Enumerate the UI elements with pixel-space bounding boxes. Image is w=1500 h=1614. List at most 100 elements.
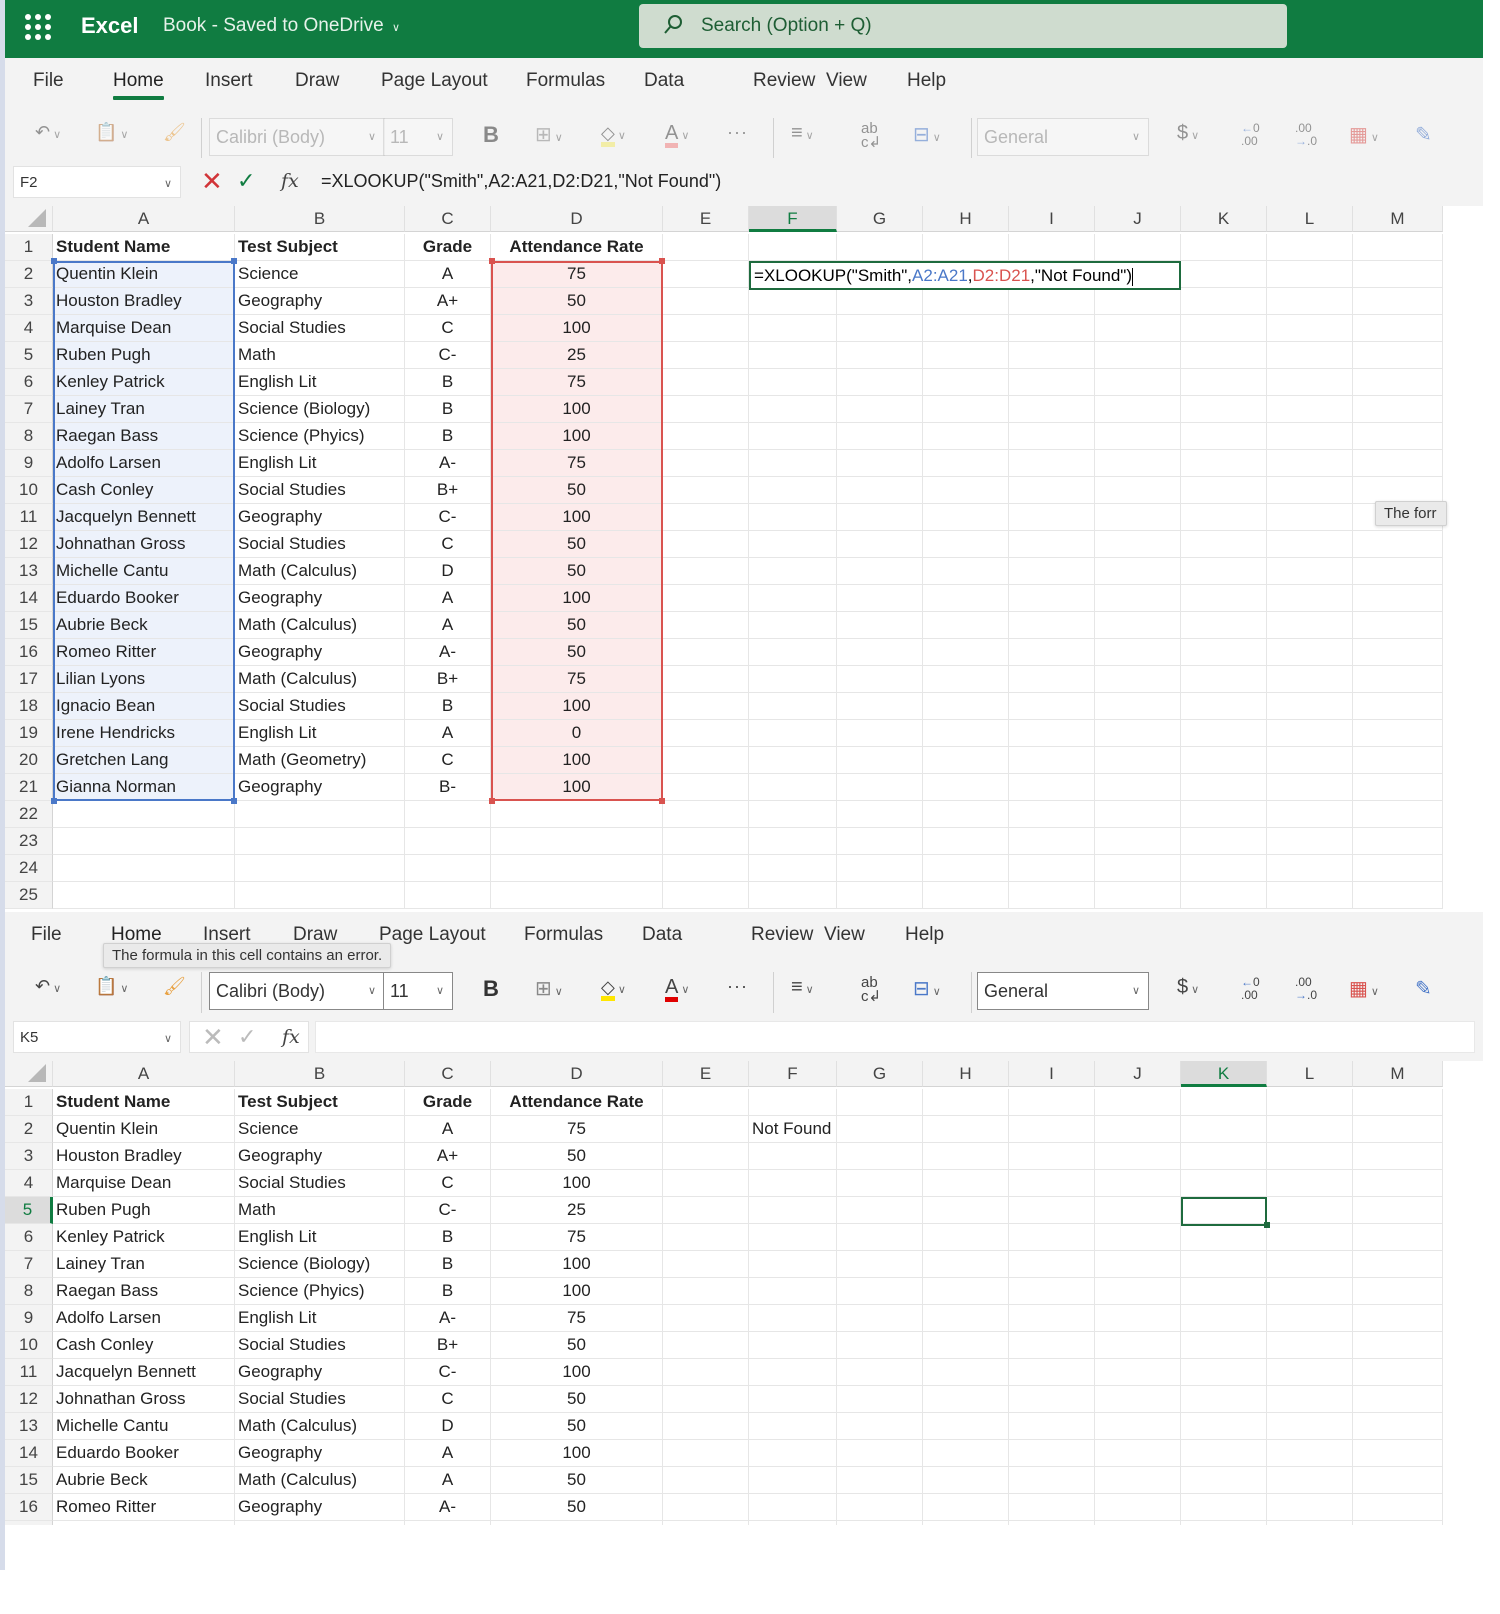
cell-J1[interactable] [1095, 234, 1181, 261]
cell-D7[interactable]: 100 [491, 396, 663, 423]
cell-F3[interactable] [749, 288, 837, 315]
wrap-text-icon[interactable]: ab c↲ [861, 121, 881, 150]
cell-E23[interactable] [663, 828, 749, 855]
column-header-K[interactable]: K [1181, 206, 1267, 232]
cell-E15[interactable] [663, 612, 749, 639]
cell-A13[interactable]: Michelle Cantu [53, 1413, 235, 1440]
cell-I1[interactable] [1009, 234, 1095, 261]
cell-F24[interactable] [749, 855, 837, 882]
cell-D13[interactable]: 50 [491, 558, 663, 585]
column-header-D[interactable]: D [491, 1061, 663, 1087]
cell-L25[interactable] [1267, 882, 1353, 909]
cell-B8[interactable]: Science (Phyics) [235, 1278, 405, 1305]
cell-M17[interactable] [1353, 666, 1443, 693]
cell-H8[interactable] [923, 423, 1009, 450]
cell-L11[interactable] [1267, 1359, 1353, 1386]
cell-M15[interactable] [1353, 1467, 1443, 1494]
row-header-5[interactable]: 5 [5, 342, 53, 369]
cell-F16[interactable] [749, 639, 837, 666]
cell-L2[interactable] [1267, 261, 1353, 288]
range-handle[interactable] [51, 258, 57, 264]
row-header-4[interactable]: 4 [5, 315, 53, 342]
cell-B4[interactable]: Social Studies [235, 315, 405, 342]
cell-K2[interactable] [1181, 261, 1267, 288]
cell-D6[interactable]: 75 [491, 369, 663, 396]
cancel-icon[interactable]: ✕ [202, 1022, 224, 1053]
row-header-16[interactable]: 16 [5, 1494, 53, 1521]
cell-K1[interactable] [1181, 1089, 1267, 1116]
cell-B25[interactable] [235, 882, 405, 909]
row-header-21[interactable]: 21 [5, 774, 53, 801]
cell-H2[interactable] [923, 1116, 1009, 1143]
cell-G7[interactable] [837, 396, 923, 423]
cell-E1[interactable] [663, 1089, 749, 1116]
cell-G21[interactable] [837, 774, 923, 801]
cell-G9[interactable] [837, 1305, 923, 1332]
row-header-17[interactable]: 17 [5, 1521, 53, 1525]
cell-I18[interactable] [1009, 693, 1095, 720]
cell-C7[interactable]: B [405, 1251, 491, 1278]
cell-C21[interactable]: B- [405, 774, 491, 801]
cell-F2[interactable]: Not Found [749, 1116, 837, 1143]
cell-E6[interactable] [663, 369, 749, 396]
range-handle[interactable] [489, 798, 495, 804]
cell-I3[interactable] [1009, 1143, 1095, 1170]
cell-E10[interactable] [663, 477, 749, 504]
cell-G6[interactable] [837, 369, 923, 396]
cell-L4[interactable] [1267, 315, 1353, 342]
cell-A8[interactable]: Raegan Bass [53, 423, 235, 450]
cell-C8[interactable]: B [405, 423, 491, 450]
cell-C14[interactable]: A [405, 585, 491, 612]
column-header-L[interactable]: L [1267, 1061, 1353, 1087]
cell-M2[interactable] [1353, 1116, 1443, 1143]
font-color-icon[interactable]: A ∨ [665, 122, 689, 148]
column-header-L[interactable]: L [1267, 206, 1353, 232]
cell-I6[interactable] [1009, 1224, 1095, 1251]
cell-M12[interactable] [1353, 531, 1443, 558]
cell-M8[interactable] [1353, 423, 1443, 450]
cell-B10[interactable]: Social Studies [235, 477, 405, 504]
cell-F6[interactable] [749, 1224, 837, 1251]
column-header-E[interactable]: E [663, 206, 749, 232]
cell-K20[interactable] [1181, 747, 1267, 774]
cell-J21[interactable] [1095, 774, 1181, 801]
enter-icon[interactable]: ✓ [237, 168, 255, 194]
cell-M17[interactable] [1353, 1521, 1443, 1525]
cell-H4[interactable] [923, 1170, 1009, 1197]
cell-F14[interactable] [749, 585, 837, 612]
cell-H17[interactable] [923, 1521, 1009, 1525]
cell-B16[interactable]: Geography [235, 1494, 405, 1521]
cell-L9[interactable] [1267, 450, 1353, 477]
tab-help[interactable]: Help [907, 70, 946, 92]
cell-A24[interactable] [53, 855, 235, 882]
cell-B2[interactable]: Science [235, 1116, 405, 1143]
cell-M23[interactable] [1353, 828, 1443, 855]
cell-J17[interactable] [1095, 1521, 1181, 1525]
cell-L13[interactable] [1267, 1413, 1353, 1440]
tab-view[interactable]: View [824, 924, 865, 946]
cell-E9[interactable] [663, 450, 749, 477]
cell-I17[interactable] [1009, 1521, 1095, 1525]
row-header-13[interactable]: 13 [5, 1413, 53, 1440]
cell-H9[interactable] [923, 450, 1009, 477]
cell-M9[interactable] [1353, 450, 1443, 477]
cell-M22[interactable] [1353, 801, 1443, 828]
cell-M16[interactable] [1353, 639, 1443, 666]
cell-A1[interactable]: Student Name [53, 234, 235, 261]
cell-H24[interactable] [923, 855, 1009, 882]
range-handle[interactable] [51, 798, 57, 804]
cell-M5[interactable] [1353, 1197, 1443, 1224]
row-header-7[interactable]: 7 [5, 396, 53, 423]
active-cell-K5[interactable] [1181, 1197, 1267, 1226]
cell-D14[interactable]: 100 [491, 1440, 663, 1467]
cell-L13[interactable] [1267, 558, 1353, 585]
cell-B9[interactable]: English Lit [235, 450, 405, 477]
cell-I4[interactable] [1009, 1170, 1095, 1197]
cell-B23[interactable] [235, 828, 405, 855]
row-header-19[interactable]: 19 [5, 720, 53, 747]
column-header-J[interactable]: J [1095, 1061, 1181, 1087]
cell-A10[interactable]: Cash Conley [53, 477, 235, 504]
cell-I16[interactable] [1009, 639, 1095, 666]
bold-button[interactable]: B [483, 976, 499, 1002]
cell-E3[interactable] [663, 1143, 749, 1170]
